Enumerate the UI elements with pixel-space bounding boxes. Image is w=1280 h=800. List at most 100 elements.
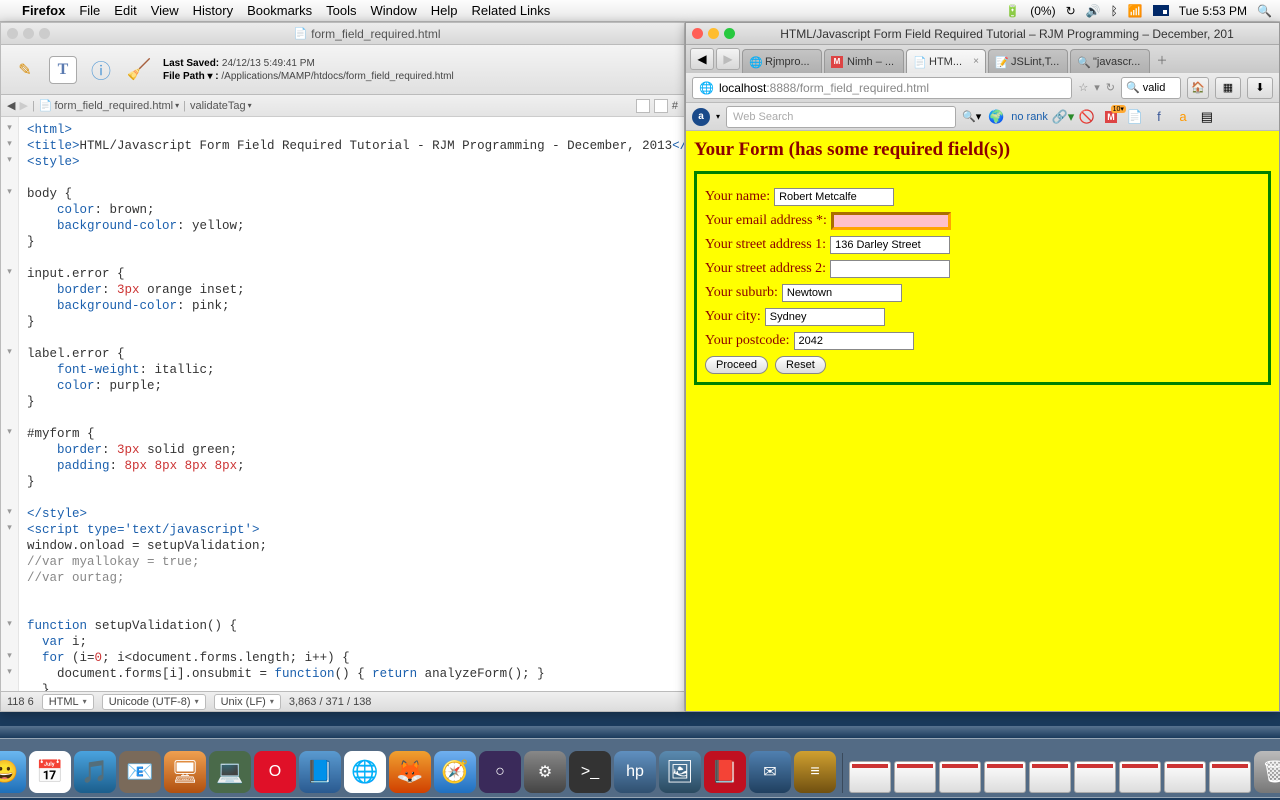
browser-tab[interactable]: MNimh – ... <box>824 49 904 73</box>
lineending-select[interactable]: Unix (LF) <box>214 694 281 710</box>
reset-button[interactable]: Reset <box>775 356 826 374</box>
dock-app[interactable]: 😀 <box>0 751 26 793</box>
nav-fwd-icon[interactable]: ▶ <box>19 99 27 112</box>
text-input[interactable] <box>830 260 950 278</box>
wifi-icon[interactable]: 📶 <box>1128 4 1143 18</box>
block-icon[interactable]: 🚫 <box>1078 108 1096 126</box>
clock[interactable]: Tue 5:53 PM <box>1179 4 1247 18</box>
dock-app[interactable]: 🎵 <box>74 751 116 793</box>
flag-icon[interactable] <box>1153 5 1169 16</box>
encoding-select[interactable]: Unicode (UTF-8) <box>102 694 206 710</box>
alexa-icon[interactable]: a <box>692 108 710 126</box>
dock-app[interactable]: 📅 <box>29 751 71 793</box>
trash-icon[interactable]: 🗑 <box>1254 751 1280 793</box>
firefox-titlebar[interactable]: HTML/Javascript Form Field Required Tuto… <box>686 23 1279 45</box>
rank-globe-icon[interactable]: 🌍 <box>987 108 1005 126</box>
dock-app[interactable]: ⚙ <box>524 751 566 793</box>
downloads-icon[interactable]: ⬇ <box>1247 77 1273 99</box>
toolbar-overflow-icon[interactable]: ▦ <box>1215 77 1241 99</box>
dock-app[interactable]: 📘 <box>299 751 341 793</box>
minimized-window[interactable] <box>1074 761 1116 793</box>
home-button[interactable]: 🏠 <box>1187 77 1209 99</box>
menu-window[interactable]: Window <box>371 3 417 18</box>
browser-tab[interactable]: 📄HTM...× <box>906 49 986 73</box>
menu-history[interactable]: History <box>193 3 233 18</box>
url-input[interactable]: 🌐 localhost:8888/form_field_required.htm… <box>692 77 1072 99</box>
web-search-input[interactable]: Web Search <box>726 106 956 128</box>
minimized-window[interactable] <box>894 761 936 793</box>
dock-app[interactable]: 📧 <box>119 751 161 793</box>
browser-tab[interactable]: 🔍"javascr... <box>1070 49 1150 73</box>
code-area[interactable]: ▾▾▾▾▾▾▾▾▾▾▾▾ <html> <title>HTML/Javascri… <box>1 117 684 691</box>
breadcrumb-symbol[interactable]: validateTag ▾ <box>190 100 252 112</box>
window-controls[interactable] <box>7 28 50 39</box>
battery-icon[interactable]: 🔋 <box>1005 4 1020 18</box>
text-input[interactable] <box>774 188 894 206</box>
text-input[interactable] <box>765 308 885 326</box>
dock-app[interactable]: 🖥 <box>164 751 206 793</box>
new-tab-button[interactable]: ＋ <box>1152 50 1172 70</box>
pencil-icon[interactable]: ✎ <box>11 56 39 84</box>
text-input[interactable] <box>782 284 902 302</box>
dock-app[interactable]: 🖼 <box>659 751 701 793</box>
code-content[interactable]: <html> <title>HTML/Javascript Form Field… <box>19 117 684 691</box>
text-input[interactable] <box>831 212 951 230</box>
minimized-window[interactable] <box>1029 761 1071 793</box>
sync-icon[interactable]: ↻ <box>1066 4 1076 18</box>
dock-app[interactable]: 📕 <box>704 751 746 793</box>
dock-app[interactable]: O <box>254 751 296 793</box>
minimized-window[interactable] <box>984 761 1026 793</box>
volume-icon[interactable]: 🔊 <box>1086 4 1101 18</box>
menu-tools[interactable]: Tools <box>326 3 356 18</box>
more-icon[interactable]: ▤ <box>1198 108 1216 126</box>
close-tab-icon[interactable]: × <box>973 56 979 67</box>
menu-related-links[interactable]: Related Links <box>472 3 551 18</box>
proceed-button[interactable]: Proceed <box>705 356 768 374</box>
text-input[interactable] <box>794 332 914 350</box>
dock-app[interactable]: ✉ <box>749 751 791 793</box>
menu-edit[interactable]: Edit <box>114 3 136 18</box>
minimized-window[interactable] <box>1119 761 1161 793</box>
nav-back-button[interactable]: ◀ <box>690 48 714 70</box>
menu-view[interactable]: View <box>151 3 179 18</box>
info-icon[interactable]: ⓘ <box>87 56 115 84</box>
dock-app[interactable]: hp <box>614 751 656 793</box>
page-icon[interactable]: 📄 <box>1126 108 1144 126</box>
minimized-window[interactable] <box>1209 761 1251 793</box>
dock-app[interactable]: ≡ <box>794 751 836 793</box>
menu-bookmarks[interactable]: Bookmarks <box>247 3 312 18</box>
browser-tab[interactable]: 🌐Rjmpro... <box>742 49 822 73</box>
nav-back-icon[interactable]: ◀ <box>7 99 15 112</box>
app-name[interactable]: Firefox <box>22 3 65 18</box>
amazon-icon[interactable]: a <box>1174 108 1192 126</box>
dock-app[interactable]: ○ <box>479 751 521 793</box>
minimized-window[interactable] <box>849 761 891 793</box>
text-tool-icon[interactable]: T <box>49 56 77 84</box>
spotlight-icon[interactable]: 🔍 <box>1257 4 1272 18</box>
mini-btn-2[interactable] <box>654 99 668 113</box>
window-controls[interactable] <box>692 28 735 39</box>
dropdown-icon[interactable]: ▾ <box>1094 81 1100 94</box>
breadcrumb-file[interactable]: 📄 form_field_required.html ▾ <box>39 99 179 112</box>
tidy-icon[interactable]: 🧹 <box>125 56 153 84</box>
dock-app[interactable]: >_ <box>569 751 611 793</box>
link-icon[interactable]: 🔗▾ <box>1054 108 1072 126</box>
reload-icon[interactable]: ↻ <box>1106 81 1115 94</box>
dock-app[interactable]: 🌐 <box>344 751 386 793</box>
bluetooth-icon[interactable]: ᛒ <box>1111 4 1118 18</box>
browser-tab[interactable]: 📝JSLint,T... <box>988 49 1068 73</box>
dock-app[interactable]: 🧭 <box>434 751 476 793</box>
search-go-icon[interactable]: 🔍▾ <box>962 110 981 123</box>
menu-file[interactable]: File <box>79 3 100 18</box>
text-input[interactable] <box>830 236 950 254</box>
bookmark-star-icon[interactable]: ☆ <box>1078 81 1088 94</box>
minimized-window[interactable] <box>939 761 981 793</box>
language-select[interactable]: HTML <box>42 694 94 710</box>
minimized-window[interactable] <box>1164 761 1206 793</box>
menu-help[interactable]: Help <box>431 3 458 18</box>
search-box-small[interactable]: 🔍 valid <box>1121 77 1181 99</box>
editor-titlebar[interactable]: form_field_required.html <box>1 23 684 45</box>
mini-btn-1[interactable] <box>636 99 650 113</box>
nav-forward-button[interactable]: ▶ <box>716 48 740 70</box>
dock-app[interactable]: 💻 <box>209 751 251 793</box>
